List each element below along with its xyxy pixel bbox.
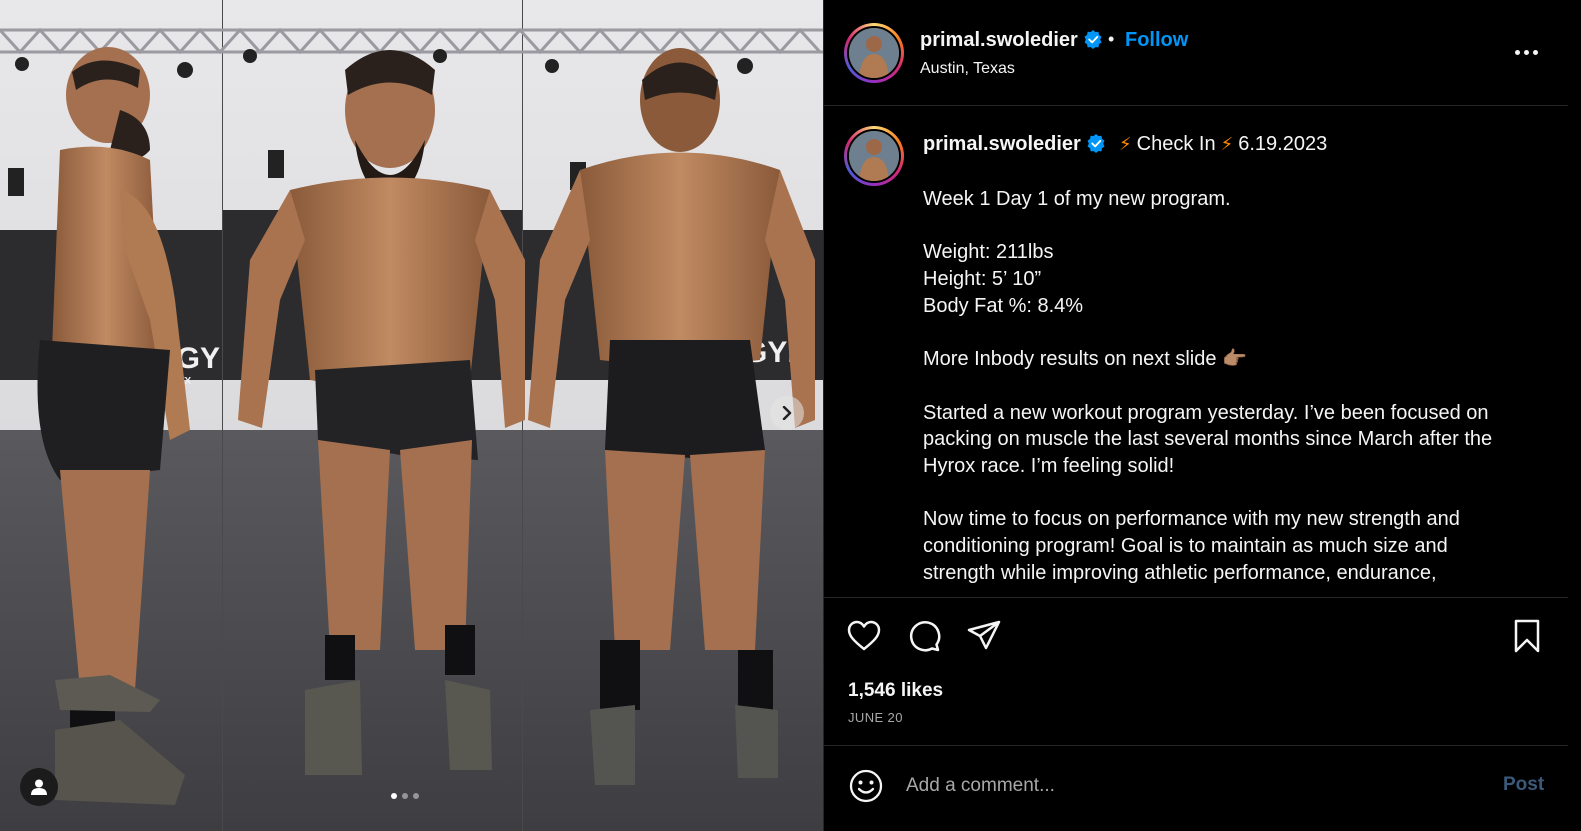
post-photo: T GY -TX GYM bbox=[0, 0, 823, 831]
verified-badge-icon bbox=[1084, 30, 1102, 49]
lightning-icon: ⚡ bbox=[1119, 134, 1132, 154]
user-tag-icon bbox=[31, 779, 47, 795]
username-link[interactable]: primal.swoledier bbox=[920, 29, 1078, 51]
post-header: primal.swoledier • Follow Austin, Texas bbox=[824, 0, 1568, 106]
verified-badge-icon bbox=[1087, 134, 1105, 153]
header-username[interactable]: primal.swoledier bbox=[920, 29, 1103, 52]
caption-headline-text: Check In bbox=[1136, 133, 1216, 155]
caption-date: 6.19.2023 bbox=[1238, 133, 1328, 155]
comment-icon[interactable] bbox=[906, 618, 942, 654]
location-link[interactable]: Austin, Texas bbox=[920, 60, 1015, 78]
post-date: JUNE 20 bbox=[848, 710, 903, 725]
caption-section[interactable]: primal.swoledier ⚡ Check In ⚡ 6.19.2023 Wee… bbox=[824, 106, 1568, 598]
carousel-dot bbox=[402, 793, 408, 799]
lightning-icon: ⚡ bbox=[1220, 134, 1234, 154]
heart-icon[interactable] bbox=[846, 618, 882, 654]
caption-avatar[interactable] bbox=[844, 126, 904, 186]
caption-headline: ⚡ Check In ⚡ 6.19.2023 bbox=[1114, 133, 1327, 156]
avatar-image bbox=[849, 131, 899, 181]
next-slide-button[interactable] bbox=[770, 396, 804, 430]
like-count[interactable]: 1,546 likes bbox=[848, 680, 943, 702]
carousel-dot-active bbox=[391, 793, 397, 799]
send-icon[interactable] bbox=[966, 618, 1002, 654]
follow-button[interactable]: Follow bbox=[1125, 29, 1188, 52]
comment-input[interactable] bbox=[906, 770, 1466, 802]
bookmark-icon[interactable] bbox=[1509, 618, 1545, 654]
carousel-dot bbox=[413, 793, 419, 799]
post-media[interactable]: T GY -TX GYM bbox=[0, 0, 823, 831]
avatar[interactable] bbox=[844, 23, 904, 83]
caption-body: Week 1 Day 1 of my new program. Weight: … bbox=[923, 188, 1493, 584]
more-icon bbox=[1514, 49, 1520, 55]
comment-row: Post bbox=[824, 746, 1568, 831]
emoji-icon[interactable] bbox=[848, 768, 884, 804]
caption-username-link[interactable]: primal.swoledier bbox=[923, 133, 1081, 155]
avatar-image bbox=[849, 28, 899, 78]
chevron-right-icon bbox=[782, 406, 792, 420]
post-comment-button[interactable]: Post bbox=[1503, 774, 1544, 796]
action-bar: 1,546 likes JUNE 20 bbox=[824, 598, 1568, 746]
post-side-panel: primal.swoledier • Follow Austin, Texas … bbox=[823, 0, 1568, 831]
caption-username[interactable]: primal.swoledier bbox=[923, 133, 1106, 156]
carousel-indicator bbox=[391, 793, 419, 799]
header-separator: • bbox=[1108, 29, 1115, 49]
more-options-button[interactable] bbox=[1510, 40, 1542, 64]
user-tag-button[interactable] bbox=[20, 768, 58, 806]
